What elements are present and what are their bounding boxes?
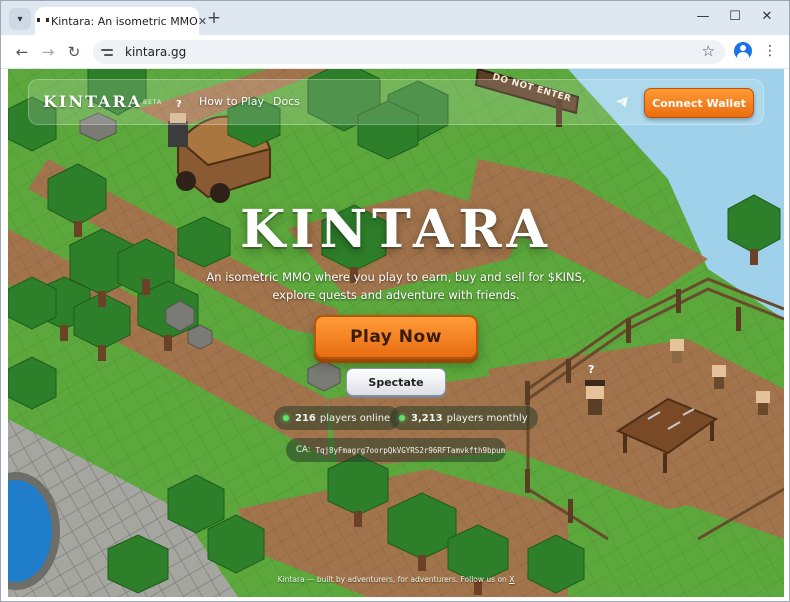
players-monthly-badge: 3,213 players monthly [390,406,538,430]
star-icon[interactable]: ☆ [702,42,715,60]
players-monthly-count: 3,213 [411,412,443,424]
footer-text: Kintara — built by adventurers, for adve… [277,575,507,584]
maximize-icon[interactable]: ☐ [725,9,745,25]
browser-window: ▾ Kintara: An isometric MMO ✕ + — ☐ ✕ ← … [0,0,790,602]
nav-link-how-to-play[interactable]: How to Play [199,95,264,108]
contract-address-label: CA: [296,445,311,455]
close-window-icon[interactable]: ✕ [757,9,777,25]
hero-title: KINTARA [240,199,552,260]
status-dot-icon [283,415,289,421]
tab-title: Kintara: An isometric MMO [51,14,198,28]
tab-list-button[interactable]: ▾ [9,8,31,30]
status-dot-icon [399,415,405,421]
nav-link-docs[interactable]: Docs [273,95,300,108]
footer-note: Kintara — built by adventurers, for adve… [8,575,784,584]
active-tab[interactable]: Kintara: An isometric MMO ✕ [35,7,207,35]
back-arrow-icon[interactable]: ← [11,41,33,63]
reload-icon[interactable]: ↻ [63,41,85,63]
connect-wallet-button[interactable]: Connect Wallet [644,88,754,118]
site-header: KINTARA BETA How to Play Docs Connect Wa… [28,79,764,125]
contract-address-value[interactable]: Tqj8yFmagrg7oorpQkVGYRS2r96RFTamvkfth9bp… [315,446,506,455]
beta-badge: BETA [143,99,163,106]
forward-arrow-icon[interactable]: → [37,41,59,63]
site-logo[interactable]: KINTARA [43,92,142,111]
plus-icon[interactable]: + [205,9,223,27]
telegram-icon[interactable] [615,95,629,109]
browser-toolbar: ← → ↻ kintara.gg ☆ [1,35,789,69]
tab-strip: ▾ Kintara: An isometric MMO ✕ + — ☐ ✕ [1,1,789,35]
players-monthly-label: players monthly [446,412,528,424]
players-online-badge: 216 players online [274,406,401,430]
minimize-icon[interactable]: — [693,9,713,25]
footer-x-link[interactable]: X [509,575,514,584]
url-text: kintara.gg [125,45,187,59]
tune-icon[interactable] [101,44,117,60]
spectate-button[interactable]: Spectate [346,368,446,396]
hero-tagline: An isometric MMO where you play to earn,… [206,270,586,302]
svg-text:?: ? [588,363,594,376]
players-online-label: players online [319,412,391,424]
players-online-count: 216 [295,412,316,424]
page-viewport: ? ? DO NOT ENTER KINTARA BETA How to Pla… [8,69,784,597]
more-vertical-icon[interactable]: ⋮ [763,41,777,61]
profile-icon[interactable] [734,42,752,60]
contract-address-pill[interactable]: CA: Tqj8yFmagrg7oorpQkVGYRS2r96RFTamvkft… [286,438,506,462]
chevron-down-icon: ▾ [17,13,23,25]
play-now-button[interactable]: Play Now [314,315,478,359]
address-bar[interactable]: kintara.gg ☆ [93,40,725,64]
